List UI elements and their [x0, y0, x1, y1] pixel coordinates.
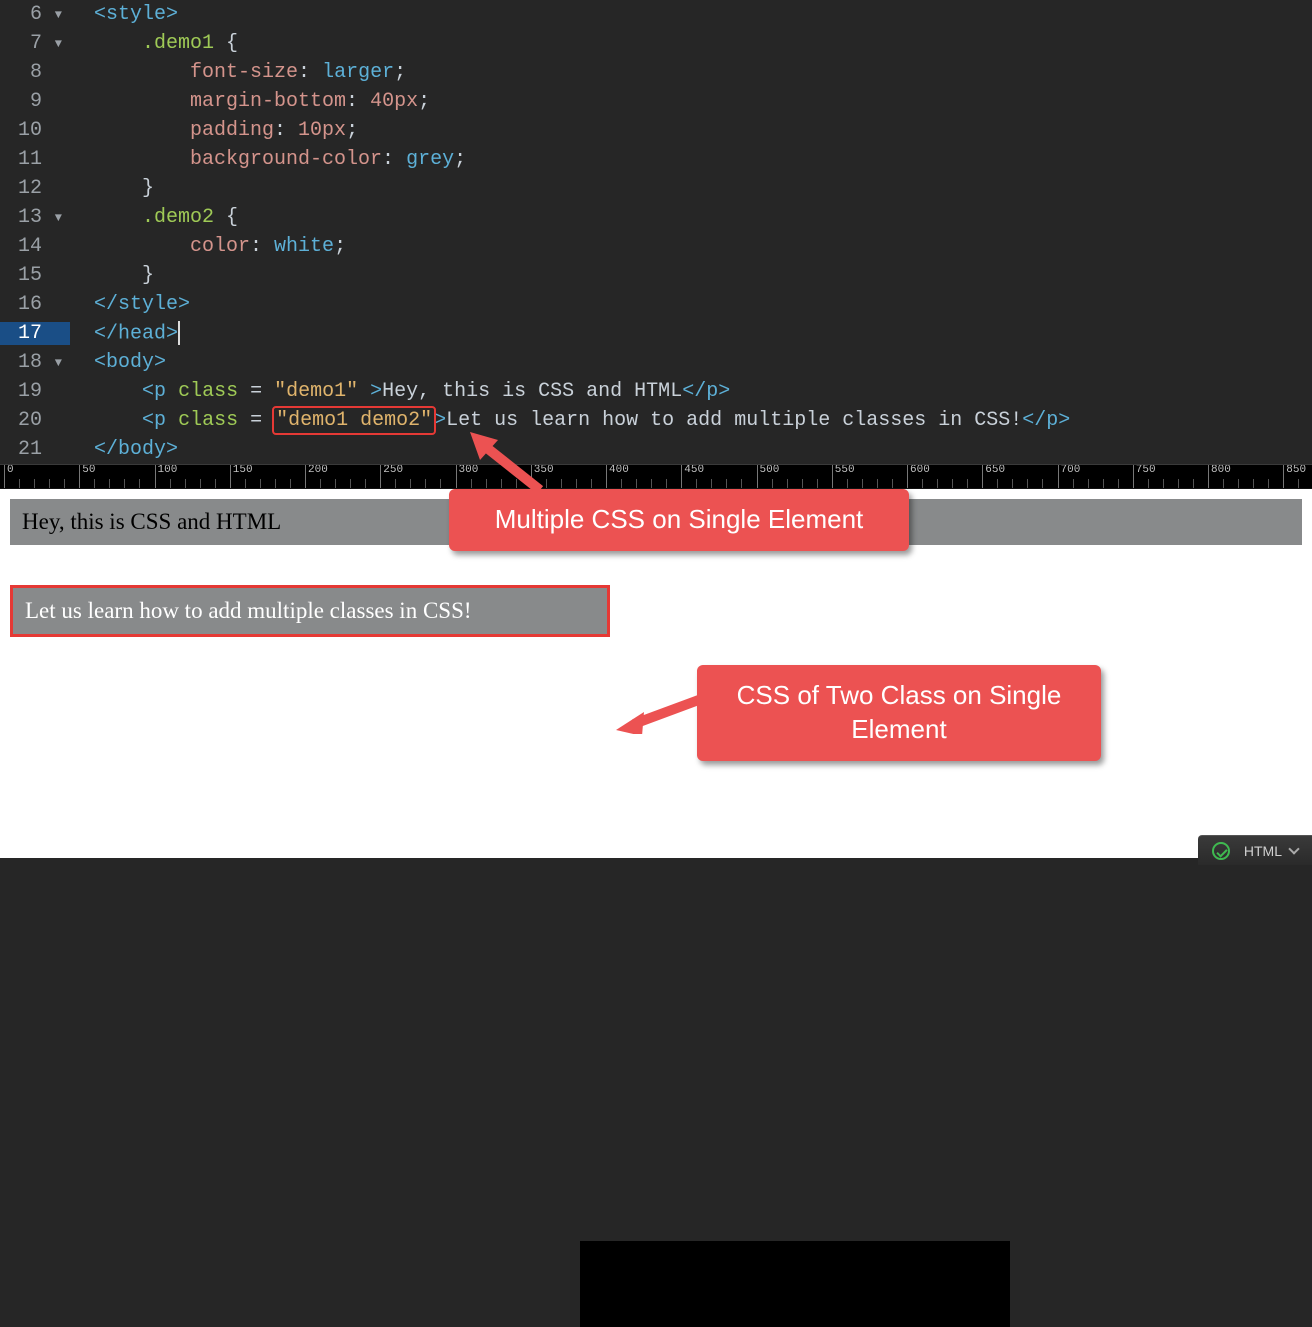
ruler-major: 200	[305, 465, 328, 488]
ruler[interactable]: 0 50 100 150 200 250 300 350 400 450 500 550 600 650 7…	[0, 464, 1312, 488]
line-number: 10	[0, 119, 70, 142]
line-number: 21	[0, 438, 70, 461]
callout-two-classes: CSS of Two Class on Single Element	[697, 665, 1101, 761]
code-line[interactable]: 12 }	[0, 174, 1312, 203]
ruler-major: 500	[757, 465, 780, 488]
code-content: margin-bottom: 40px;	[70, 90, 430, 113]
code-content: .demo1 {	[70, 32, 238, 55]
code-content: }	[70, 264, 154, 287]
line-number: 8	[0, 61, 70, 84]
ruler-major: 0	[4, 465, 14, 488]
ruler-major: 550	[832, 465, 855, 488]
code-line[interactable]: 19 <p class = "demo1" >Hey, this is CSS …	[0, 377, 1312, 406]
code-line[interactable]: 11 background-color: grey;	[0, 145, 1312, 174]
ruler-major: 850	[1283, 465, 1306, 488]
fold-icon[interactable]: ▼	[48, 8, 62, 22]
language-label: HTML	[1244, 843, 1282, 859]
code-content: </body>	[70, 438, 178, 461]
status-bar: HTML	[1198, 835, 1312, 865]
status-ok-icon[interactable]	[1212, 842, 1230, 860]
line-number: 11	[0, 148, 70, 171]
line-number: 20	[0, 409, 70, 432]
code-line[interactable]: 9 margin-bottom: 40px;	[0, 87, 1312, 116]
ruler-major: 800	[1208, 465, 1231, 488]
fold-icon[interactable]: ▼	[48, 211, 62, 225]
line-number: 17	[0, 322, 70, 345]
ruler-major: 300	[456, 465, 479, 488]
code-content: </head>	[70, 321, 180, 345]
fold-icon[interactable]: ▼	[48, 356, 62, 370]
code-line[interactable]: 6▼ <style>	[0, 0, 1312, 29]
highlighted-attribute: "demo1 demo2"	[274, 408, 434, 433]
ruler-major: 750	[1133, 465, 1156, 488]
callout-single-element: Multiple CSS on Single Element	[449, 489, 909, 551]
code-line[interactable]: 18▼ <body>	[0, 348, 1312, 377]
code-line[interactable]: 16 </style>	[0, 290, 1312, 319]
ruler-major: 150	[230, 465, 253, 488]
fold-icon[interactable]: ▼	[48, 37, 62, 51]
ruler-major: 250	[380, 465, 403, 488]
decorative-blackbar	[580, 1241, 1010, 1327]
line-number: 15	[0, 264, 70, 287]
line-number: 7▼	[0, 32, 70, 55]
ruler-major: 450	[681, 465, 704, 488]
ruler-major: 350	[531, 465, 554, 488]
line-number: 16	[0, 293, 70, 316]
line-number: 14	[0, 235, 70, 258]
code-content: <p class = "demo1" >Hey, this is CSS and…	[70, 380, 730, 403]
code-content: }	[70, 177, 154, 200]
code-line[interactable]: 10 padding: 10px;	[0, 116, 1312, 145]
ruler-major: 100	[155, 465, 178, 488]
line-number: 13▼	[0, 206, 70, 229]
ruler-major: 600	[907, 465, 930, 488]
code-line[interactable]: 8 font-size: larger;	[0, 58, 1312, 87]
code-editor[interactable]: 6▼ <style> 7▼ .demo1 { 8 font-size: larg…	[0, 0, 1312, 464]
ruler-major: 400	[606, 465, 629, 488]
code-line[interactable]: 13▼ .demo2 {	[0, 203, 1312, 232]
line-number: 9	[0, 90, 70, 113]
preview-demo2: Let us learn how to add multiple classes…	[10, 585, 610, 637]
code-content: font-size: larger;	[70, 61, 406, 84]
line-number: 18▼	[0, 351, 70, 374]
code-content: </style>	[70, 293, 190, 316]
code-content: <body>	[70, 351, 166, 374]
code-content: <p class = "demo1 demo2">Let us learn ho…	[70, 409, 1070, 432]
code-content: color: white;	[70, 235, 346, 258]
text-cursor	[178, 321, 180, 345]
line-number: 12	[0, 177, 70, 200]
code-line[interactable]: 20 <p class = "demo1 demo2">Let us learn…	[0, 406, 1312, 435]
language-selector[interactable]: HTML	[1244, 843, 1298, 859]
code-line-active[interactable]: 17 </head>	[0, 319, 1312, 348]
code-line[interactable]: 14 color: white;	[0, 232, 1312, 261]
line-number: 6▼	[0, 3, 70, 26]
code-line[interactable]: 15 }	[0, 261, 1312, 290]
code-content: <style>	[70, 3, 178, 26]
code-content: padding: 10px;	[70, 119, 358, 142]
code-line[interactable]: 21 </body>	[0, 435, 1312, 464]
code-line[interactable]: 7▼ .demo1 {	[0, 29, 1312, 58]
code-content: .demo2 {	[70, 206, 238, 229]
code-content: background-color: grey;	[70, 148, 466, 171]
ruler-major: 50	[79, 465, 95, 488]
line-number: 19	[0, 380, 70, 403]
chevron-down-icon	[1288, 843, 1299, 854]
ruler-major: 650	[982, 465, 1005, 488]
ruler-major: 700	[1058, 465, 1081, 488]
